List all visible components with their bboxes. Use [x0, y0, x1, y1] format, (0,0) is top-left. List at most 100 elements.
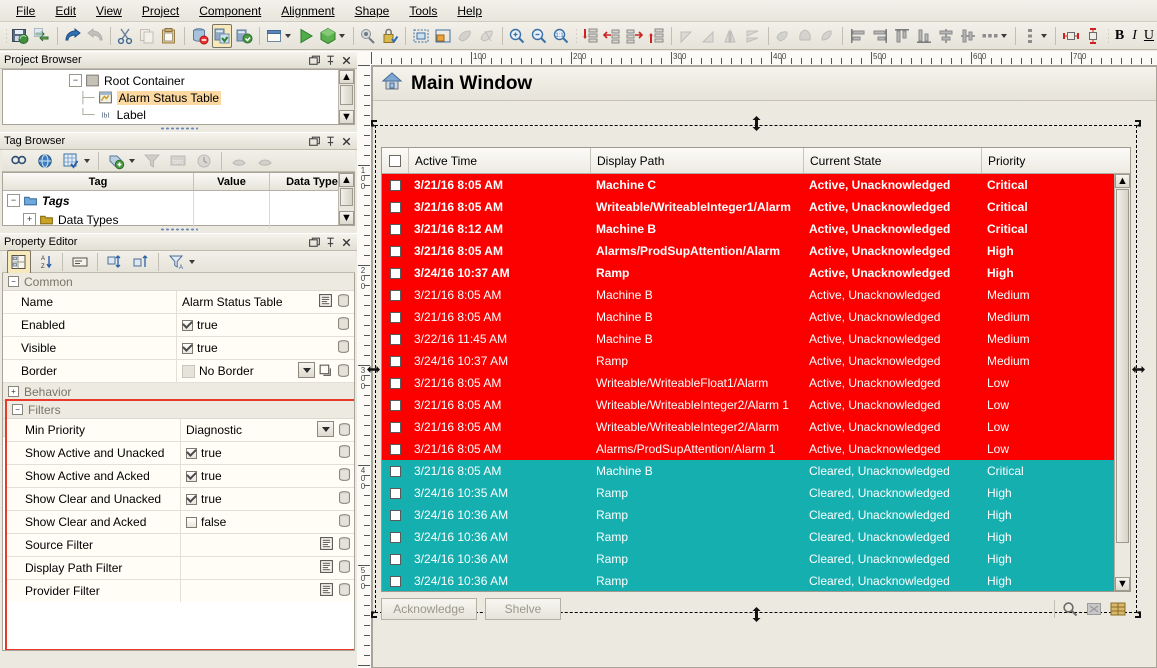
property-value[interactable]: Diagnostic [186, 423, 242, 437]
property-row-show-active-and-unacked[interactable]: Show Active and Unacked true [7, 442, 355, 465]
table-row[interactable]: 3/21/16 8:05 AMWriteable/WriteableIntege… [382, 416, 1130, 438]
fit-icon[interactable] [411, 24, 431, 48]
binding-icon[interactable] [337, 422, 352, 437]
shelve-button[interactable]: Shelve [485, 598, 561, 620]
snap-icon[interactable] [433, 24, 453, 48]
refresh-icon[interactable] [32, 24, 52, 48]
menu-item-project[interactable]: Project [132, 2, 189, 20]
row-checkbox-cell[interactable] [382, 444, 408, 455]
align-bottom-icon[interactable] [914, 24, 934, 48]
width-icon[interactable] [1061, 24, 1081, 48]
resize-handle-bottom-left[interactable] [368, 607, 381, 620]
popup-icon[interactable] [318, 363, 333, 378]
chevron-down-icon[interactable] [298, 362, 315, 378]
property-row-provider-filter[interactable]: Provider Filter [7, 580, 355, 602]
bold-button[interactable]: B [1111, 28, 1128, 44]
align-center-v-icon[interactable] [936, 24, 956, 48]
resize-handle-middle-left[interactable] [367, 363, 380, 376]
alarm-status-table[interactable]: Active Time Display Path Current State P… [381, 147, 1131, 592]
table-row[interactable]: 3/24/16 10:37 AMRampActive, Unacknowledg… [382, 350, 1130, 372]
scroll-down-icon[interactable]: ▼ [339, 211, 354, 225]
project-browser-scrollbar[interactable]: ▲ ▼ [338, 70, 354, 124]
binding-icon[interactable] [336, 339, 351, 354]
sort-az-icon[interactable]: AZ [33, 250, 57, 274]
property-row-visible[interactable]: Visible true [3, 337, 354, 360]
tag-grid-icon[interactable] [59, 149, 83, 173]
table-row[interactable]: 3/24/16 10:37 AMRampActive, Unacknowledg… [382, 262, 1130, 284]
table-row[interactable]: 3/24/16 10:36 AMRampCleared, Unacknowled… [382, 504, 1130, 526]
column-header-current-state[interactable]: Current State [804, 148, 982, 173]
tree-node-alarm-status-table[interactable]: ├─ Alarm Status Table [3, 89, 354, 106]
chevron-down-icon[interactable] [317, 421, 334, 437]
binding-icon[interactable] [337, 513, 352, 528]
category-filters[interactable]: − Filters [7, 401, 355, 419]
category-collapse-icon[interactable]: − [12, 404, 23, 415]
tree-expander-root[interactable]: − [69, 74, 82, 87]
edit-icon[interactable] [319, 582, 334, 597]
row-checkbox[interactable] [390, 246, 401, 257]
property-checkbox[interactable] [186, 471, 197, 482]
tag-browser-scrollbar[interactable]: ▲ ▼ [338, 173, 354, 225]
binding-icon[interactable] [337, 490, 352, 505]
property-row-show-clear-and-acked[interactable]: Show Clear and Acked false [7, 511, 355, 534]
underline-button[interactable]: U [1141, 28, 1157, 44]
row-checkbox-cell[interactable] [382, 554, 408, 565]
row-checkbox[interactable] [390, 180, 401, 191]
resize-handle-top-center[interactable] [750, 117, 763, 130]
tag-browser-close-icon[interactable] [340, 135, 353, 148]
move-left-icon[interactable] [602, 24, 622, 48]
row-checkbox[interactable] [390, 356, 401, 367]
align-center-h-icon[interactable] [958, 24, 978, 48]
row-checkbox-cell[interactable] [382, 466, 408, 477]
distribute-dropdown-icon[interactable] [1001, 34, 1007, 38]
row-checkbox-cell[interactable] [382, 268, 408, 279]
project-browser-resize-grip[interactable] [0, 125, 357, 132]
row-checkbox[interactable] [390, 488, 401, 499]
binding-icon[interactable] [337, 559, 352, 574]
unbind-icon[interactable] [129, 250, 153, 274]
toolbar-grip-2[interactable] [574, 27, 577, 45]
table-row[interactable]: 3/21/16 8:05 AMWriteable/WriteableIntege… [382, 196, 1130, 218]
category-collapse-icon[interactable]: − [8, 276, 19, 287]
resize-handle-top-left[interactable] [368, 118, 381, 131]
scroll-down-icon[interactable]: ▼ [1115, 577, 1130, 591]
row-checkbox[interactable] [390, 576, 401, 587]
row-checkbox-cell[interactable] [382, 312, 408, 323]
row-checkbox-cell[interactable] [382, 510, 408, 521]
tag-row-tags[interactable]: − Tags [3, 191, 354, 210]
property-row-min-priority[interactable]: Min Priority Diagnostic [7, 419, 355, 442]
move-to-bottom-icon[interactable] [646, 24, 666, 48]
align-right-icon[interactable] [870, 24, 890, 48]
zoom-reset-icon[interactable]: 1:1 [551, 24, 571, 48]
row-checkbox[interactable] [390, 312, 401, 323]
category-expand-icon[interactable]: + [8, 386, 19, 397]
edit-icon[interactable] [318, 293, 333, 308]
scrollbar-thumb[interactable] [1116, 189, 1129, 543]
table-row[interactable]: 3/24/16 10:36 AMRampCleared, Unacknowled… [382, 570, 1130, 592]
select-all-cell[interactable] [382, 148, 409, 173]
project-browser-float-icon[interactable] [308, 54, 321, 67]
menu-item-view[interactable]: View [86, 2, 132, 20]
publish-database-icon[interactable] [234, 24, 254, 48]
show-description-icon[interactable] [68, 250, 92, 274]
move-right-icon[interactable] [624, 24, 644, 48]
menu-item-component[interactable]: Component [189, 2, 271, 20]
alarm-table-scrollbar[interactable]: ▲ ▼ [1114, 174, 1130, 591]
row-checkbox[interactable] [390, 224, 401, 235]
toolbar-grip[interactable] [4, 27, 7, 45]
row-checkbox[interactable] [390, 422, 401, 433]
new-window-dropdown-icon[interactable] [285, 34, 291, 38]
row-checkbox[interactable] [390, 510, 401, 521]
binding-icon[interactable] [336, 293, 351, 308]
zoom-in-icon[interactable] [507, 24, 527, 48]
table-row[interactable]: 3/24/16 10:36 AMRampCleared, Unacknowled… [382, 548, 1130, 570]
menu-item-tools[interactable]: Tools [399, 2, 447, 20]
spacing-dropdown-icon[interactable] [1041, 34, 1047, 38]
select-all-checkbox[interactable] [389, 155, 401, 167]
row-checkbox[interactable] [390, 554, 401, 565]
menu-item-shape[interactable]: Shape [345, 2, 400, 20]
find-icon[interactable] [7, 149, 31, 173]
zoom-out-icon[interactable] [529, 24, 549, 48]
row-checkbox-cell[interactable] [382, 246, 408, 257]
menu-item-alignment[interactable]: Alignment [271, 2, 344, 20]
